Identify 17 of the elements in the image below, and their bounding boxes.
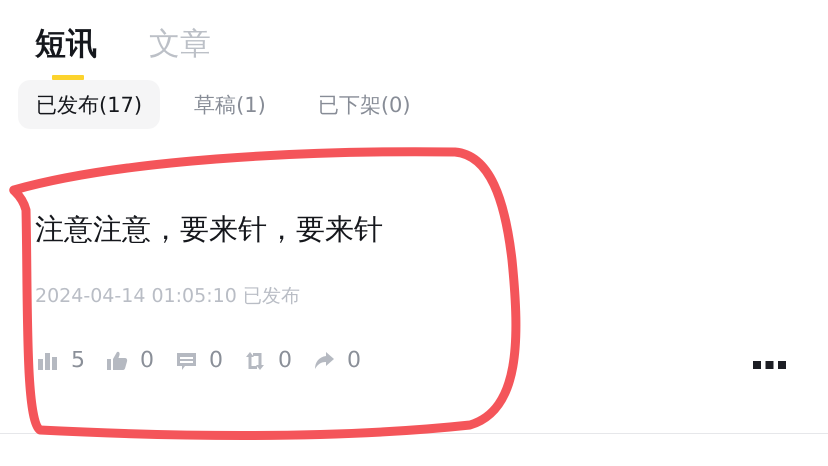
thumbs-up-icon[interactable] — [106, 350, 128, 372]
tab-underline — [52, 75, 84, 80]
more-icon[interactable] — [753, 361, 786, 369]
stat-count: 0 — [347, 348, 361, 373]
tab[interactable]: 文章 — [149, 22, 211, 62]
stat-count: 0 — [140, 348, 154, 373]
filter-chip[interactable]: 已发布(17) — [18, 80, 160, 129]
tab[interactable]: 短讯 — [35, 22, 97, 62]
post-meta: 2024-04-14 01:05:10 已发布 — [35, 284, 300, 309]
stat-count: 5 — [71, 348, 85, 373]
share-icon[interactable] — [313, 350, 335, 372]
filter-chip[interactable]: 草稿(1) — [176, 80, 284, 129]
stat-count: 0 — [278, 348, 292, 373]
repost-icon[interactable] — [244, 350, 266, 372]
filter-chip[interactable]: 已下架(0) — [300, 80, 429, 129]
post-text: 注意注意，要来针，要来针 — [35, 211, 383, 248]
stat-count: 0 — [209, 348, 223, 373]
